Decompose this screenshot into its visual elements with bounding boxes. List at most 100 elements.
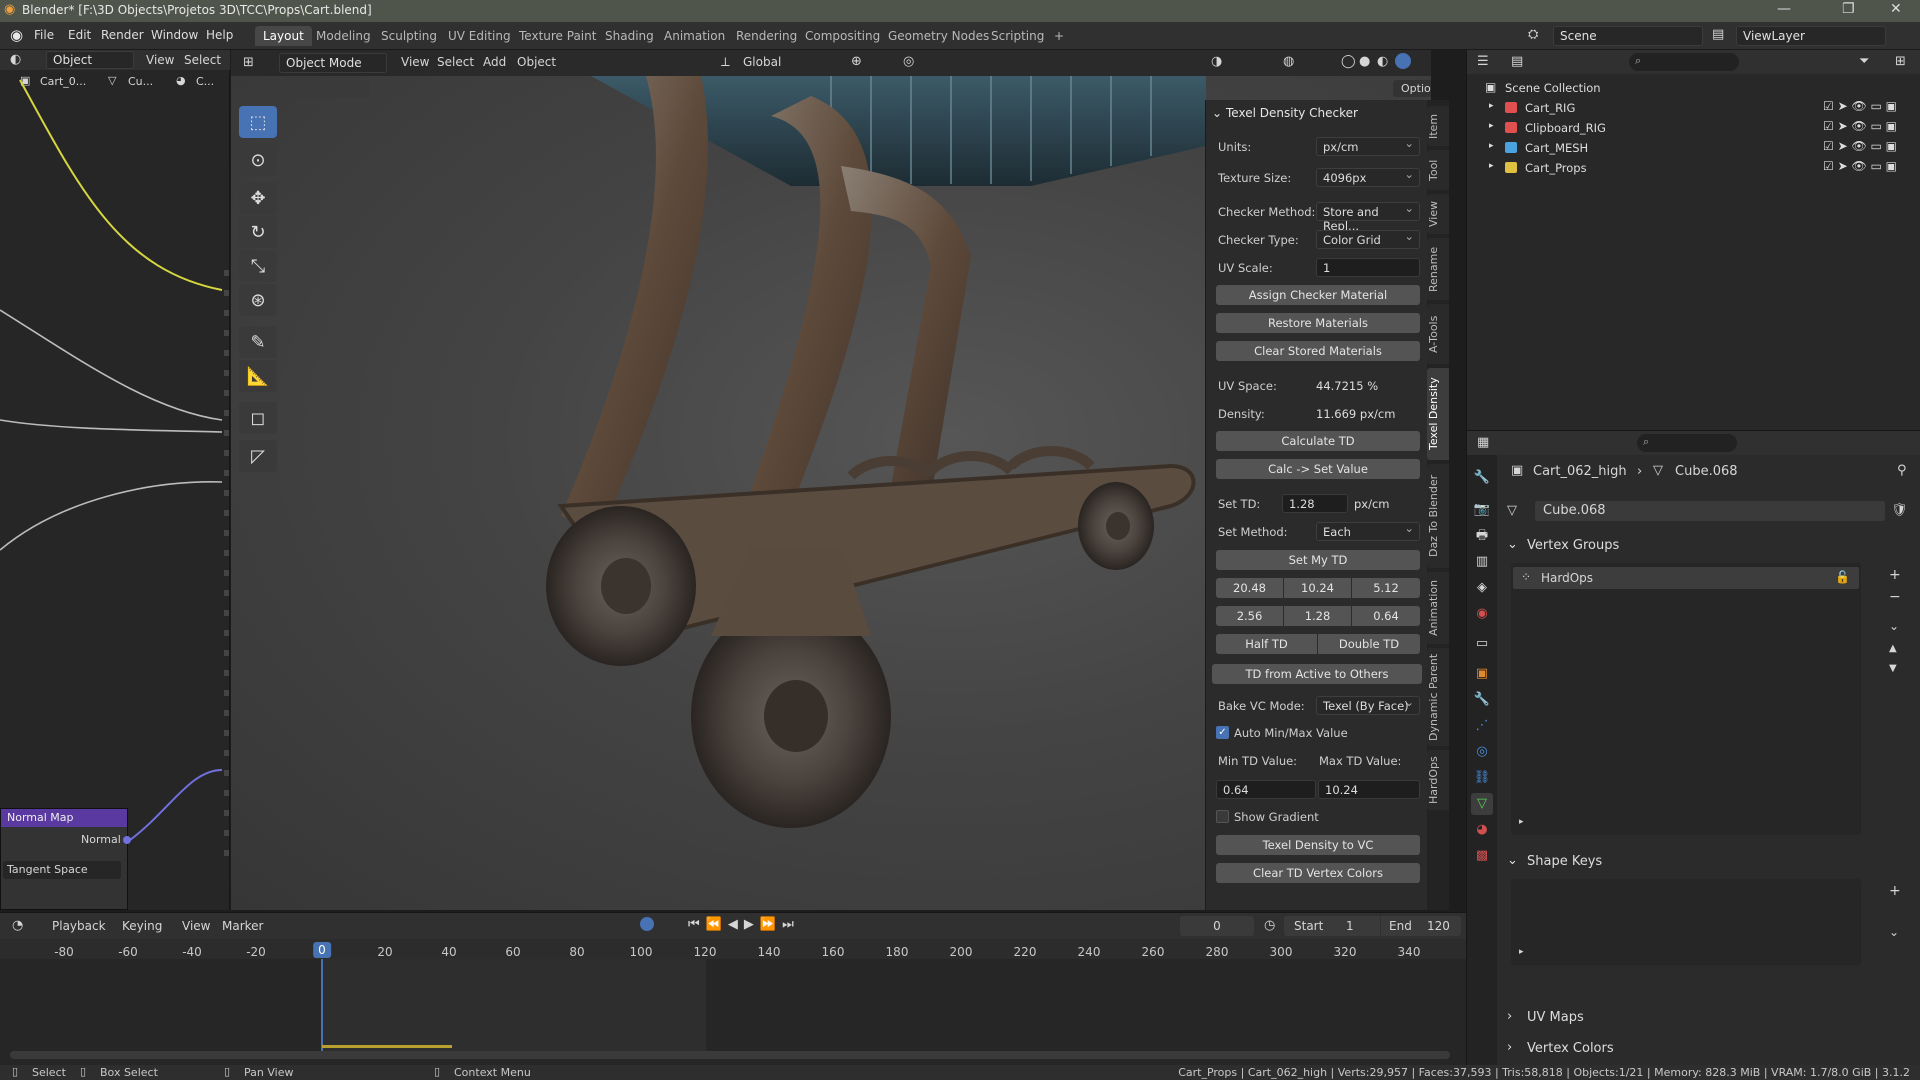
tab-animation[interactable]: Animation (1427, 572, 1449, 644)
min-td-field[interactable]: 0.64 (1216, 780, 1316, 799)
tab-item[interactable]: Item (1427, 106, 1449, 146)
auto-keying-icon[interactable] (640, 917, 654, 931)
texture-icon[interactable]: ▩ (1471, 845, 1493, 867)
transform-orientation-dropdown[interactable]: Global (743, 55, 781, 69)
set-td-field[interactable]: 1.28 (1282, 494, 1348, 513)
tab-tool[interactable]: Tool (1427, 150, 1449, 190)
auto-minmax-checkbox[interactable]: ✓ (1216, 726, 1229, 739)
mesh-browse-icon[interactable]: ▽ (1507, 503, 1517, 518)
texture-size-dropdown[interactable]: 4096px (1316, 167, 1420, 187)
tab-compositing[interactable]: Compositing (797, 26, 888, 46)
proportional-edit-icon[interactable]: ◎ (903, 54, 914, 69)
viewport-view-menu[interactable]: View (401, 55, 429, 69)
list-options-icon[interactable]: ▸ (1519, 947, 1524, 957)
row-controls-icon[interactable]: ☑ ➤ 👁 ▭ ▣ (1823, 159, 1897, 173)
material-tab-icon[interactable]: ◕ (1471, 819, 1493, 841)
move-up-icon[interactable]: ▲ (1889, 643, 1897, 654)
close-button[interactable]: ✕ (1890, 1, 1902, 17)
tab-rendering[interactable]: Rendering (728, 26, 805, 46)
fake-user-icon[interactable]: 🛡 (1891, 503, 1908, 518)
node-editor[interactable]: ▣ Cart_0... ▽ Cu... ◕ C... Normal Map No… (0, 70, 230, 910)
add-vertex-group-button[interactable]: + (1889, 567, 1901, 583)
clock-icon[interactable]: ◷ (1264, 918, 1275, 933)
outliner-row[interactable]: ▸ Cart_Props ☑ ➤ 👁 ▭ ▣ (1467, 158, 1920, 178)
scene-collection-row[interactable]: ▣ Scene Collection (1467, 78, 1920, 98)
playback-menu[interactable]: Playback (52, 919, 106, 933)
tab-modeling[interactable]: Modeling (308, 26, 379, 46)
expand-icon[interactable]: ▸ (1489, 101, 1494, 111)
double-td-button[interactable]: Double TD (1318, 634, 1420, 654)
world-icon[interactable]: ◉ (1471, 603, 1493, 625)
menu-window[interactable]: Window (151, 28, 198, 42)
tab-sculpting[interactable]: Sculpting (373, 26, 445, 46)
viewport-select-menu[interactable]: Select (437, 55, 474, 69)
outliner-row[interactable]: ▸ Cart_MESH ☑ ➤ 👁 ▭ ▣ (1467, 138, 1920, 158)
mode-dropdown[interactable]: Object Mode (279, 53, 387, 73)
normal-map-node[interactable]: Normal Map Normal Tangent Space (0, 808, 131, 910)
pin-icon[interactable]: ⚲ (1897, 463, 1907, 478)
node-select-menu[interactable]: Select (184, 53, 221, 67)
outliner-editor-icon[interactable]: ☰ (1477, 54, 1489, 69)
material-shading-icon[interactable]: ◐ (1377, 54, 1388, 69)
preset-2-56-button[interactable]: 2.56 (1216, 606, 1283, 626)
units-dropdown[interactable]: px/cm (1316, 136, 1420, 156)
set-my-td-button[interactable]: Set My TD (1216, 550, 1420, 570)
collection-tab-icon[interactable]: ▭ (1471, 633, 1493, 655)
uv-scale-field[interactable]: 1 (1316, 258, 1420, 277)
menu-render[interactable]: Render (101, 28, 144, 42)
list-item[interactable]: ⁘ HardOps 🔓 (1513, 567, 1859, 589)
view-layer-selector[interactable]: ViewLayer (1736, 26, 1886, 46)
clear-td-vertex-colors-button[interactable]: Clear TD Vertex Colors (1216, 863, 1420, 883)
normal-output-socket[interactable] (123, 836, 131, 844)
calc-set-value-button[interactable]: Calc -> Set Value (1216, 459, 1420, 479)
modifiers-icon[interactable]: 🔧 (1471, 689, 1493, 711)
transform-orientation-icon[interactable]: ⟂ (721, 55, 730, 70)
timeline-view-menu[interactable]: View (182, 919, 210, 933)
td-active-to-others-button[interactable]: TD from Active to Others (1212, 664, 1422, 684)
row-controls-icon[interactable]: ☑ ➤ 👁 ▭ ▣ (1823, 119, 1897, 133)
scene-icon[interactable]: ⛭ (1528, 27, 1538, 42)
scene-selector[interactable]: Scene (1553, 26, 1703, 46)
keying-menu[interactable]: Keying (122, 919, 162, 933)
overlay-icon[interactable]: ◍ (1283, 54, 1294, 69)
marker-menu[interactable]: Marker (222, 919, 263, 933)
snap-icon[interactable]: ⊕ (851, 54, 862, 69)
preset-0-64-button[interactable]: 0.64 (1352, 606, 1420, 626)
shape-key-list[interactable]: ▸ (1511, 879, 1861, 965)
particles-icon[interactable]: ⋰ (1471, 715, 1493, 737)
tab-uv-editing[interactable]: UV Editing (440, 26, 519, 46)
output-icon[interactable]: 🖶 (1471, 525, 1493, 547)
assign-checker-button[interactable]: Assign Checker Material (1216, 285, 1420, 305)
vertex-colors-section[interactable]: › Vertex Colors (1503, 1036, 1913, 1060)
viewport-editor-icon[interactable]: ⊞ (243, 55, 254, 70)
clear-stored-materials-button[interactable]: Clear Stored Materials (1216, 341, 1420, 361)
tab-texture-paint[interactable]: Texture Paint (511, 26, 604, 46)
new-collection-icon[interactable]: ⊞ (1895, 54, 1906, 69)
properties-editor-icon[interactable]: ▦ (1477, 435, 1489, 450)
solid-shading-icon[interactable]: ● (1359, 54, 1370, 69)
vertex-groups-section[interactable]: ⌄ Vertex Groups (1503, 533, 1913, 559)
minimize-button[interactable]: — (1777, 1, 1791, 17)
checker-type-dropdown[interactable]: Color Grid (1316, 229, 1420, 249)
tab-geometry-nodes[interactable]: Geometry Nodes (880, 26, 997, 46)
tab-layout[interactable]: Layout (255, 26, 312, 46)
lock-icon[interactable]: 🔓 (1835, 570, 1850, 584)
add-workspace-button[interactable]: + (1046, 26, 1072, 46)
maximize-button[interactable]: ❐ (1842, 1, 1855, 17)
timeline[interactable]: ◔ Playback Keying View Marker ⏮⏪◀▶⏩⏭ 0 ◷… (0, 912, 1466, 1065)
shape-keys-section[interactable]: ⌄ Shape Keys (1503, 849, 1913, 875)
tab-daz-to-blender[interactable]: Daz To Blender (1427, 464, 1449, 568)
menu-edit[interactable]: Edit (68, 28, 91, 42)
outliner-row[interactable]: ▸ Cart_RIG ☑ ➤ 👁 ▭ ▣ (1467, 98, 1920, 118)
tab-texel-density[interactable]: Texel Density (1427, 368, 1449, 460)
render-icon[interactable]: 📷 (1471, 499, 1493, 521)
expand-icon[interactable]: ▸ (1489, 121, 1494, 131)
preset-1-28-button[interactable]: 1.28 (1284, 606, 1351, 626)
outliner-search-input[interactable]: ⌕ (1629, 53, 1739, 71)
editor-type-icon[interactable]: ◐ (10, 52, 21, 67)
properties-search-input[interactable]: ⌕ (1637, 434, 1737, 452)
tab-scripting[interactable]: Scripting (983, 26, 1052, 46)
tab-animation[interactable]: Animation (656, 26, 733, 46)
mesh-data-icon[interactable]: ▽ (1471, 793, 1493, 815)
tab-dynamic-parent[interactable]: Dynamic Parent (1427, 648, 1449, 746)
